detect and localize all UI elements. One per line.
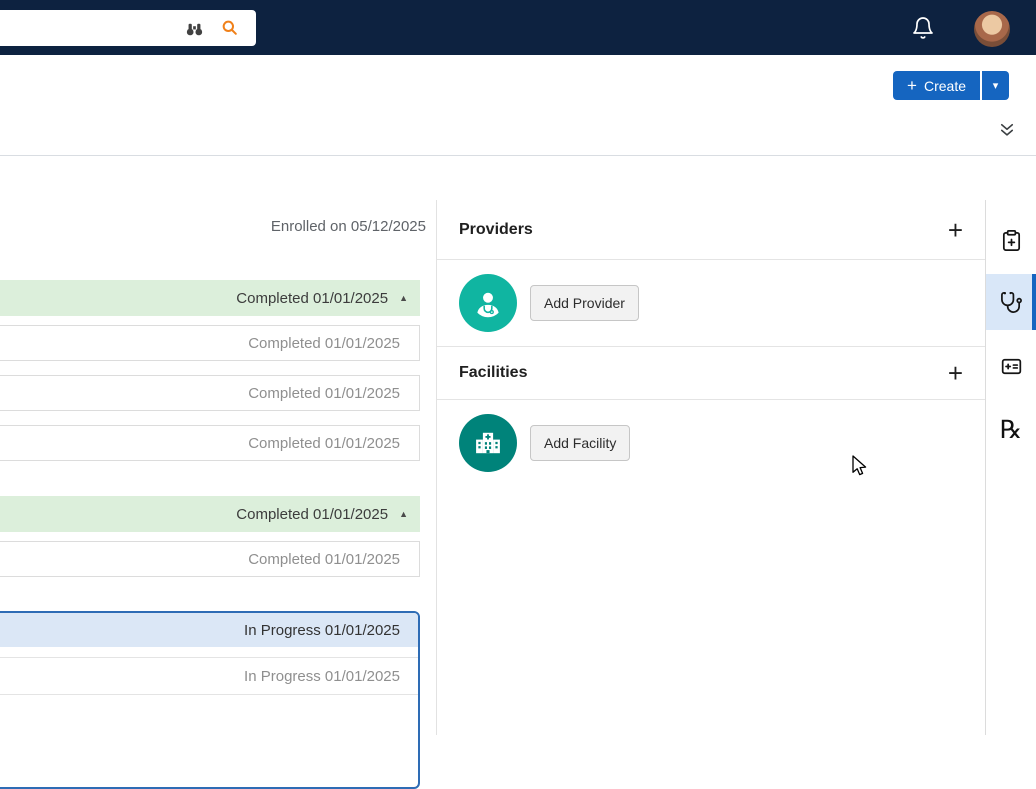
collapse-icon[interactable]: ▲ <box>399 293 408 303</box>
timeline-item-status: In Progress 01/01/2025 <box>244 667 400 685</box>
providers-header: Providers + <box>437 200 985 260</box>
expand-more-icon[interactable] <box>998 121 1016 139</box>
create-split-button: + Create ▾ <box>893 71 1009 100</box>
timeline-item[interactable]: In Progress 01/01/2025 <box>0 657 418 695</box>
provider-avatar-icon <box>459 274 517 332</box>
clipboard-plus-icon <box>1000 229 1023 252</box>
search-input[interactable] <box>0 10 183 46</box>
add-provider-plus-button[interactable]: + <box>948 217 963 243</box>
stethoscope-icon <box>1000 291 1023 314</box>
providers-title: Providers <box>459 220 533 238</box>
rail-item-insurance-card[interactable] <box>986 338 1036 394</box>
add-facility-button[interactable]: Add Facility <box>530 425 631 461</box>
care-team-panel: Providers + Add Provider Facilities + Ad… <box>436 200 985 735</box>
prescription-rx-icon: ℞ <box>999 415 1023 444</box>
care-timeline-panel: Enrolled on 05/12/2025 Completed 01/01/2… <box>0 156 436 789</box>
bell-icon[interactable] <box>911 16 935 40</box>
timeline-group-header[interactable]: Completed 01/01/2025 ▲ <box>0 496 420 532</box>
summary-bar <box>0 107 1036 156</box>
facilities-header: Facilities + <box>437 347 985 400</box>
enrollment-date: Enrolled on 05/12/2025 <box>270 218 426 235</box>
provider-row: Add Provider <box>437 260 985 347</box>
timeline-group-header[interactable]: Completed 01/01/2025 ▲ <box>0 280 420 316</box>
add-provider-button[interactable]: Add Provider <box>530 285 639 321</box>
action-bar: + Create ▾ <box>0 55 1036 107</box>
facilities-title: Facilities <box>459 364 528 381</box>
user-avatar[interactable] <box>974 11 1010 47</box>
rail-item-providers[interactable] <box>986 274 1036 330</box>
search-icon[interactable] <box>220 18 240 38</box>
timeline-group-selected[interactable]: In Progress 01/01/2025 In Progress 01/01… <box>0 611 420 789</box>
plus-icon: + <box>907 76 917 95</box>
create-dropdown-toggle[interactable]: ▾ <box>982 71 1009 100</box>
binoculars-icon[interactable] <box>183 17 206 40</box>
top-navigation-bar <box>0 0 1036 55</box>
timeline-group-status: In Progress 01/01/2025 <box>244 621 400 639</box>
timeline-item-status: Completed 01/01/2025 <box>248 550 400 568</box>
timeline-item[interactable]: Completed 01/01/2025 <box>0 541 420 577</box>
timeline-item[interactable]: Completed 01/01/2025 <box>0 375 420 411</box>
timeline-item-status: Completed 01/01/2025 <box>248 434 400 452</box>
timeline-item[interactable]: Completed 01/01/2025 <box>0 425 420 461</box>
facility-avatar-icon <box>459 414 517 472</box>
rail-item-care-plan[interactable] <box>986 212 1036 268</box>
timeline-item[interactable]: Completed 01/01/2025 <box>0 325 420 361</box>
main-content: Enrolled on 05/12/2025 Completed 01/01/2… <box>0 156 1036 789</box>
timeline-group-header[interactable]: In Progress 01/01/2025 <box>0 613 418 647</box>
timeline-item-status: Completed 01/01/2025 <box>248 334 400 352</box>
facility-row: Add Facility <box>437 400 985 486</box>
create-button[interactable]: + Create <box>893 71 980 100</box>
id-card-icon <box>1000 355 1023 378</box>
timeline-group-status: Completed 01/01/2025 <box>236 505 389 523</box>
timeline-group-status: Completed 01/01/2025 <box>236 289 389 307</box>
right-icon-rail: ℞ <box>985 200 1036 735</box>
global-search[interactable] <box>0 10 256 46</box>
create-button-label: Create <box>923 77 966 94</box>
rail-item-prescriptions[interactable]: ℞ <box>986 402 1036 458</box>
caret-down-icon: ▾ <box>992 80 999 92</box>
timeline-item-status: Completed 01/01/2025 <box>248 384 400 402</box>
add-facility-plus-button[interactable]: + <box>948 360 963 386</box>
collapse-icon[interactable]: ▲ <box>399 509 408 519</box>
